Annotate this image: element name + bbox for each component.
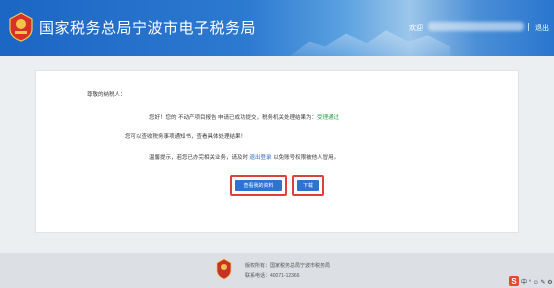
sogou-logo-icon[interactable]: S <box>509 276 519 286</box>
header-logout-link[interactable]: 退出 <box>535 23 549 33</box>
tax-emblem-icon <box>9 12 33 42</box>
result-message-text: 您好！您的 不动产项目报告 申请已成功提交，税务机关处理结果为： <box>149 115 318 121</box>
header-divider <box>528 23 529 31</box>
username-redacted <box>428 22 524 31</box>
logout-link[interactable]: 退出登录 <box>250 155 272 161</box>
salutation: 尊敬的纳税人： <box>87 92 126 98</box>
result-panel: 尊敬的纳税人： 您好！您的 不动产项目报告 申请已成功提交，税务机关处理结果为：… <box>35 70 519 233</box>
site-header: 国家税务总局宁波市电子税务局 欢迎 退出 <box>0 0 554 56</box>
welcome-label: 欢迎 <box>409 25 423 32</box>
logout-reminder: 温馨提示，若您已办完相关业务，请及时 退出登录 以免账号权限被他人冒用。 <box>149 153 339 161</box>
status-accepted: 受理通过 <box>317 115 340 121</box>
result-message: 您好！您的 不动产项目报告 申请已成功提交，税务机关处理结果为：受理通过 <box>149 113 339 121</box>
footer-copyright: 版权所有：国家税务总局宁波市税务局 <box>245 263 331 269</box>
ime-tool-icons[interactable]: 中 ° ☺ ✎ ⚙ <box>521 277 553 286</box>
view-my-docs-button[interactable]: 查看我的资料 <box>235 180 282 191</box>
download-button[interactable]: 下载 <box>297 180 319 191</box>
footer-emblem-icon <box>216 258 232 280</box>
ime-toolbar[interactable]: S 中 ° ☺ ✎ ⚙ <box>509 275 553 287</box>
notice-hint: 您可以查收税务事项通知书，查看具体处理结果！ <box>125 134 247 140</box>
download-highlight: 下载 <box>292 175 324 196</box>
reminder-prefix: 温馨提示，若您已办完相关业务，请及时 <box>149 155 249 161</box>
reminder-suffix: 以免账号权限被他人冒用。 <box>273 155 340 161</box>
site-footer: 版权所有：国家税务总局宁波市税务局 联系电话：40071-12366 <box>0 253 554 288</box>
footer-phone: 联系电话：40071-12366 <box>245 273 300 279</box>
view-docs-highlight: 查看我的资料 <box>230 175 287 196</box>
header-mountain-decoration <box>290 30 450 56</box>
site-title: 国家税务总局宁波市电子税务局 <box>39 20 257 37</box>
